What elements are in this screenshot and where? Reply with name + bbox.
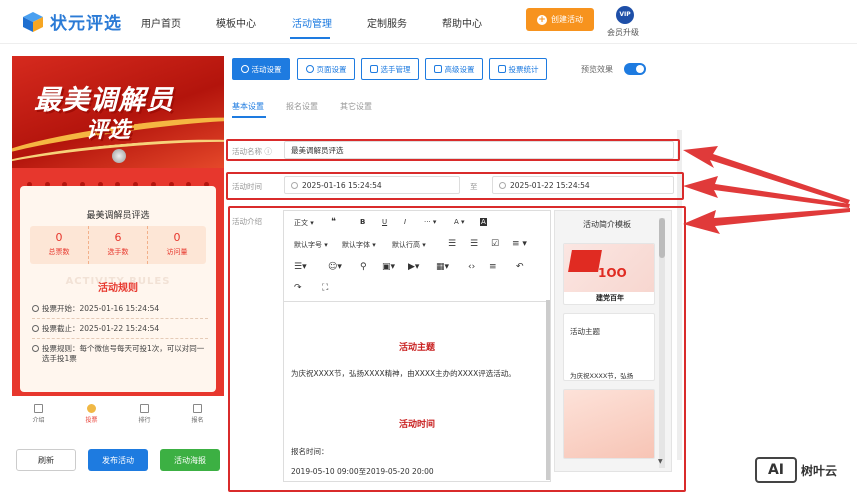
banner-medal-icon: [112, 149, 126, 163]
highlight-box-time: [226, 172, 684, 200]
info-icon: [32, 345, 39, 352]
logo[interactable]: 状元评选: [22, 9, 122, 34]
advanced-settings-button[interactable]: 高级设置: [425, 58, 483, 80]
stats-panel: 0 总票数 6 选手数 0 访问量: [30, 226, 206, 264]
arrow-to-intro: [683, 208, 850, 234]
cube-logo-icon: [22, 11, 44, 33]
advanced-settings-label: 高级设置: [444, 64, 475, 74]
stat-contestants: 6 选手数: [89, 226, 148, 264]
nav-active-indicator: [290, 37, 330, 39]
page-settings-label: 页面设置: [316, 64, 347, 74]
ranking-icon: [140, 404, 149, 413]
nav-user-home[interactable]: 用户首页: [141, 15, 181, 30]
tab-intro[interactable]: 介绍: [12, 400, 65, 430]
preview-tab-bar: 介绍 投票 排行 报名: [12, 400, 224, 430]
vote-statistics-button[interactable]: 投票统计: [489, 58, 547, 80]
refresh-button[interactable]: 刷新: [16, 449, 76, 471]
stat-value: 6: [114, 231, 122, 244]
activity-info-card: 最美调解员评选 0 总票数 6 选手数 0 访问量 ACTIVITY RULES…: [20, 186, 216, 392]
gear-icon: [240, 65, 249, 73]
brand-name: 状元评选: [50, 14, 122, 34]
sliders-icon: [433, 65, 442, 73]
user-icon: [87, 404, 96, 413]
publish-activity-button[interactable]: 发布活动: [88, 449, 148, 471]
rule-start: 投票开始：2025-01-16 15:24:54: [32, 304, 208, 314]
vote-statistics-label: 投票统计: [508, 64, 539, 74]
rule-text-line1: 投票规则：每个微信号每天可投1次，可以对同一: [42, 344, 205, 353]
bar-chart-icon: [497, 65, 506, 73]
rule-text-line2: 选手投1票: [42, 354, 77, 363]
preview-toggle[interactable]: [624, 63, 646, 75]
tab-signup[interactable]: 报名: [171, 400, 224, 430]
page-settings-button[interactable]: 页面设置: [297, 58, 355, 80]
nav-help-center[interactable]: 帮助中心: [442, 15, 482, 30]
tab-label: 排行: [138, 417, 151, 424]
tab-label: 投票: [85, 417, 98, 424]
stat-value: 0: [173, 231, 181, 244]
stat-value: 0: [55, 231, 63, 244]
plus-icon: +: [537, 14, 547, 25]
contestant-management-button[interactable]: 选手管理: [361, 58, 419, 80]
nav-activity-management[interactable]: 活动管理: [292, 15, 332, 30]
rule-end-text: 投票截止：2025-01-22 15:24:54: [42, 324, 160, 333]
signup-icon: [193, 404, 202, 413]
highlight-box-name: [226, 139, 680, 161]
tab-label: 报名: [191, 417, 204, 424]
stat-total-votes: 0 总票数: [30, 226, 89, 264]
banner-title-line2: 评选: [86, 118, 131, 143]
rules-title: 活动规则: [98, 283, 138, 294]
vip-label: 会员升级: [607, 28, 639, 37]
create-activity-label: 创建活动: [551, 15, 583, 24]
watermark-text: 树叶云: [801, 463, 838, 478]
vip-badge-icon: VIP: [616, 6, 634, 24]
intro-icon: [34, 404, 43, 413]
stat-label: 选手数: [107, 248, 129, 256]
clock-icon: [32, 325, 39, 332]
rule-end: 投票截止：2025-01-22 15:24:54: [32, 324, 208, 334]
stat-label: 总票数: [48, 248, 70, 256]
nav-custom-service[interactable]: 定制服务: [367, 15, 407, 30]
card-title: 最美调解员评选: [86, 211, 150, 221]
tab-other-settings[interactable]: 其它设置: [340, 101, 372, 112]
highlight-box-intro: [228, 206, 686, 492]
preview-toggle-label: 预览效果: [581, 65, 613, 74]
rule-divider: [32, 318, 208, 319]
tab-vote[interactable]: 投票: [65, 400, 118, 430]
subtab-active-indicator: [232, 116, 266, 118]
preview-banner: 最美调解员 评选: [12, 56, 224, 168]
tab-basic-settings[interactable]: 基本设置: [232, 101, 264, 112]
rule-text: 投票规则：每个微信号每天可投1次，可以对同一 选手投1票: [32, 344, 208, 364]
tab-signup-settings[interactable]: 报名设置: [286, 101, 318, 112]
vip-upgrade[interactable]: VIP 会员升级: [607, 6, 641, 38]
watermark-ai-logo: AI: [755, 457, 797, 483]
top-nav: 状元评选 用户首页 模板中心 活动管理 定制服务 帮助中心 + 创建活动 VIP…: [0, 0, 857, 44]
activity-settings-label: 活动设置: [251, 64, 282, 74]
mobile-preview: 最美调解员 评选 最美调解员评选 0 总票数 6 选手数 0 访问量 ACTIV…: [12, 56, 224, 396]
clock-icon: [32, 305, 39, 312]
annotation-arrows: [683, 146, 850, 234]
create-activity-button[interactable]: + 创建活动: [526, 8, 594, 31]
stat-label: 访问量: [166, 248, 188, 256]
users-icon: [369, 65, 378, 73]
nav-template-center[interactable]: 模板中心: [216, 15, 256, 30]
activity-poster-button[interactable]: 活动海报: [160, 449, 220, 471]
contestant-management-label: 选手管理: [380, 64, 411, 74]
tab-label: 介绍: [32, 417, 45, 424]
tab-ranking[interactable]: 排行: [118, 400, 171, 430]
rule-start-text: 投票开始：2025-01-16 15:24:54: [42, 304, 160, 313]
watermark: AI 树叶云: [755, 457, 837, 483]
settings-icon: [305, 65, 314, 73]
rule-divider: [32, 338, 208, 339]
stat-visits: 0 访问量: [148, 226, 206, 264]
activity-settings-button[interactable]: 活动设置: [232, 58, 290, 80]
